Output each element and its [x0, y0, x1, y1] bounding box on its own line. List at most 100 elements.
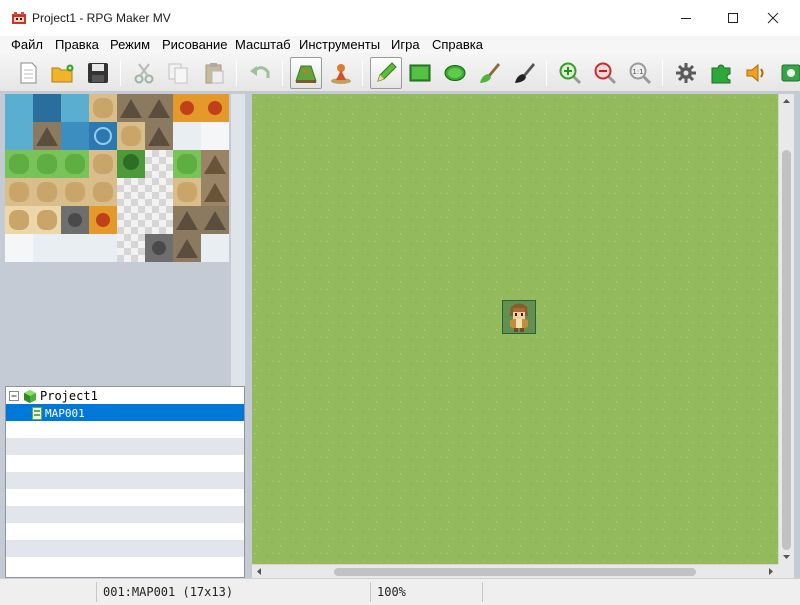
vertical-scroll-thumb[interactable] — [782, 150, 791, 550]
tile-sand[interactable] — [89, 150, 117, 178]
vertical-scrollbar[interactable] — [778, 94, 794, 564]
tile-check[interactable] — [117, 234, 145, 262]
player-event[interactable] — [502, 300, 536, 334]
tile-sand[interactable] — [173, 178, 201, 206]
tile-grass[interactable] — [61, 150, 89, 178]
tile-grass[interactable] — [5, 150, 33, 178]
scroll-down-icon[interactable] — [779, 550, 794, 564]
menu-game[interactable]: Игра — [391, 37, 420, 52]
tile-check[interactable] — [145, 206, 173, 234]
scroll-left-icon[interactable] — [252, 565, 266, 578]
tile-sand[interactable] — [33, 178, 61, 206]
sound-test-button[interactable] — [740, 57, 772, 89]
tile-palette[interactable] — [5, 94, 231, 265]
tile-snow[interactable] — [173, 122, 201, 150]
tile-stone[interactable] — [61, 206, 89, 234]
tile-rock[interactable] — [117, 94, 145, 122]
tile-deep[interactable] — [33, 94, 61, 122]
tile-whirl[interactable] — [89, 122, 117, 150]
tile-grass[interactable] — [173, 150, 201, 178]
zoom-in-button[interactable] — [554, 57, 586, 89]
zoom-out-button[interactable] — [589, 57, 621, 89]
tile-check[interactable] — [117, 206, 145, 234]
scroll-right-icon[interactable] — [764, 565, 778, 578]
tile-lava[interactable] — [201, 94, 229, 122]
tile-tree[interactable] — [117, 150, 145, 178]
tile-check[interactable] — [145, 178, 173, 206]
zoom-actual-button[interactable]: 1:1 — [624, 57, 656, 89]
maximize-button[interactable] — [713, 0, 753, 36]
new-project-button[interactable] — [12, 57, 44, 89]
tile-rock[interactable] — [33, 122, 61, 150]
database-button[interactable] — [670, 57, 702, 89]
database-icon — [676, 63, 696, 83]
scroll-up-icon[interactable] — [779, 94, 794, 108]
plugin-manager-button[interactable] — [705, 57, 737, 89]
status-empty-cell — [482, 582, 800, 602]
menu-help[interactable]: Справка — [432, 37, 483, 52]
horizontal-scrollbar[interactable] — [252, 564, 778, 578]
menu-mode[interactable]: Режим — [110, 37, 150, 52]
tile-rock[interactable] — [145, 94, 173, 122]
tile-sea[interactable] — [61, 122, 89, 150]
ellipse-icon — [444, 65, 466, 81]
fill-button[interactable] — [474, 57, 506, 89]
tile-grass[interactable] — [33, 150, 61, 178]
tile-sand[interactable] — [117, 122, 145, 150]
map-canvas[interactable] — [252, 94, 778, 564]
tile-snow[interactable] — [201, 234, 229, 262]
horizontal-scroll-thumb[interactable] — [334, 568, 696, 576]
tree-item-project[interactable]: Project1 — [9, 388, 98, 404]
map-tree: Project1 MAP001 — [5, 386, 245, 578]
tile-water[interactable] — [61, 94, 89, 122]
tile-snow[interactable] — [33, 234, 61, 262]
cut-button[interactable] — [128, 57, 160, 89]
undo-button[interactable] — [244, 57, 276, 89]
collapse-icon[interactable] — [9, 390, 20, 402]
tile-sand[interactable] — [5, 178, 33, 206]
tile-cloud[interactable] — [201, 122, 229, 150]
rectangle-button[interactable] — [404, 57, 436, 89]
tile-stone[interactable] — [145, 234, 173, 262]
tile-desert[interactable] — [33, 206, 61, 234]
menu-scale[interactable]: Масштаб — [235, 37, 291, 52]
minimize-button[interactable] — [666, 0, 706, 36]
tile-water[interactable] — [5, 122, 33, 150]
tile-lava[interactable] — [89, 206, 117, 234]
tile-check[interactable] — [117, 178, 145, 206]
tile-snow[interactable] — [61, 234, 89, 262]
tree-item-map001[interactable]: MAP001 — [32, 405, 85, 421]
tile-sand[interactable] — [89, 178, 117, 206]
tile-rock[interactable] — [173, 206, 201, 234]
event-searcher-button[interactable] — [775, 57, 800, 89]
copy-button[interactable] — [162, 57, 194, 89]
status-bar: 001:MAP001 (17x13) 100% — [0, 578, 800, 605]
tile-rock[interactable] — [201, 206, 229, 234]
ellipse-button[interactable] — [439, 57, 471, 89]
tile-water[interactable] — [5, 94, 33, 122]
tile-rock[interactable] — [145, 122, 173, 150]
paste-button[interactable] — [198, 57, 230, 89]
menu-file[interactable]: Файл — [11, 37, 43, 52]
status-map-info: 001:MAP001 (17x13) — [96, 582, 368, 602]
open-project-button[interactable] — [46, 57, 78, 89]
tile-rock[interactable] — [173, 234, 201, 262]
tile-sand[interactable] — [61, 178, 89, 206]
tile-lava[interactable] — [173, 94, 201, 122]
save-project-button[interactable] — [82, 57, 114, 89]
tile-mount[interactable] — [201, 178, 229, 206]
menu-edit[interactable]: Правка — [55, 37, 99, 52]
pencil-button[interactable] — [370, 57, 402, 89]
tile-sand[interactable] — [89, 94, 117, 122]
tile-snow[interactable] — [89, 234, 117, 262]
close-button[interactable] — [753, 0, 793, 36]
menu-draw[interactable]: Рисование — [162, 37, 227, 52]
shadow-pen-button[interactable] — [509, 57, 541, 89]
tile-mount[interactable] — [201, 150, 229, 178]
tile-cloud[interactable] — [5, 234, 33, 262]
tile-check[interactable] — [145, 150, 173, 178]
menu-tools[interactable]: Инструменты — [299, 37, 380, 52]
event-mode-button[interactable] — [325, 57, 357, 89]
tile-desert[interactable] — [5, 206, 33, 234]
map-mode-button[interactable] — [290, 57, 322, 89]
